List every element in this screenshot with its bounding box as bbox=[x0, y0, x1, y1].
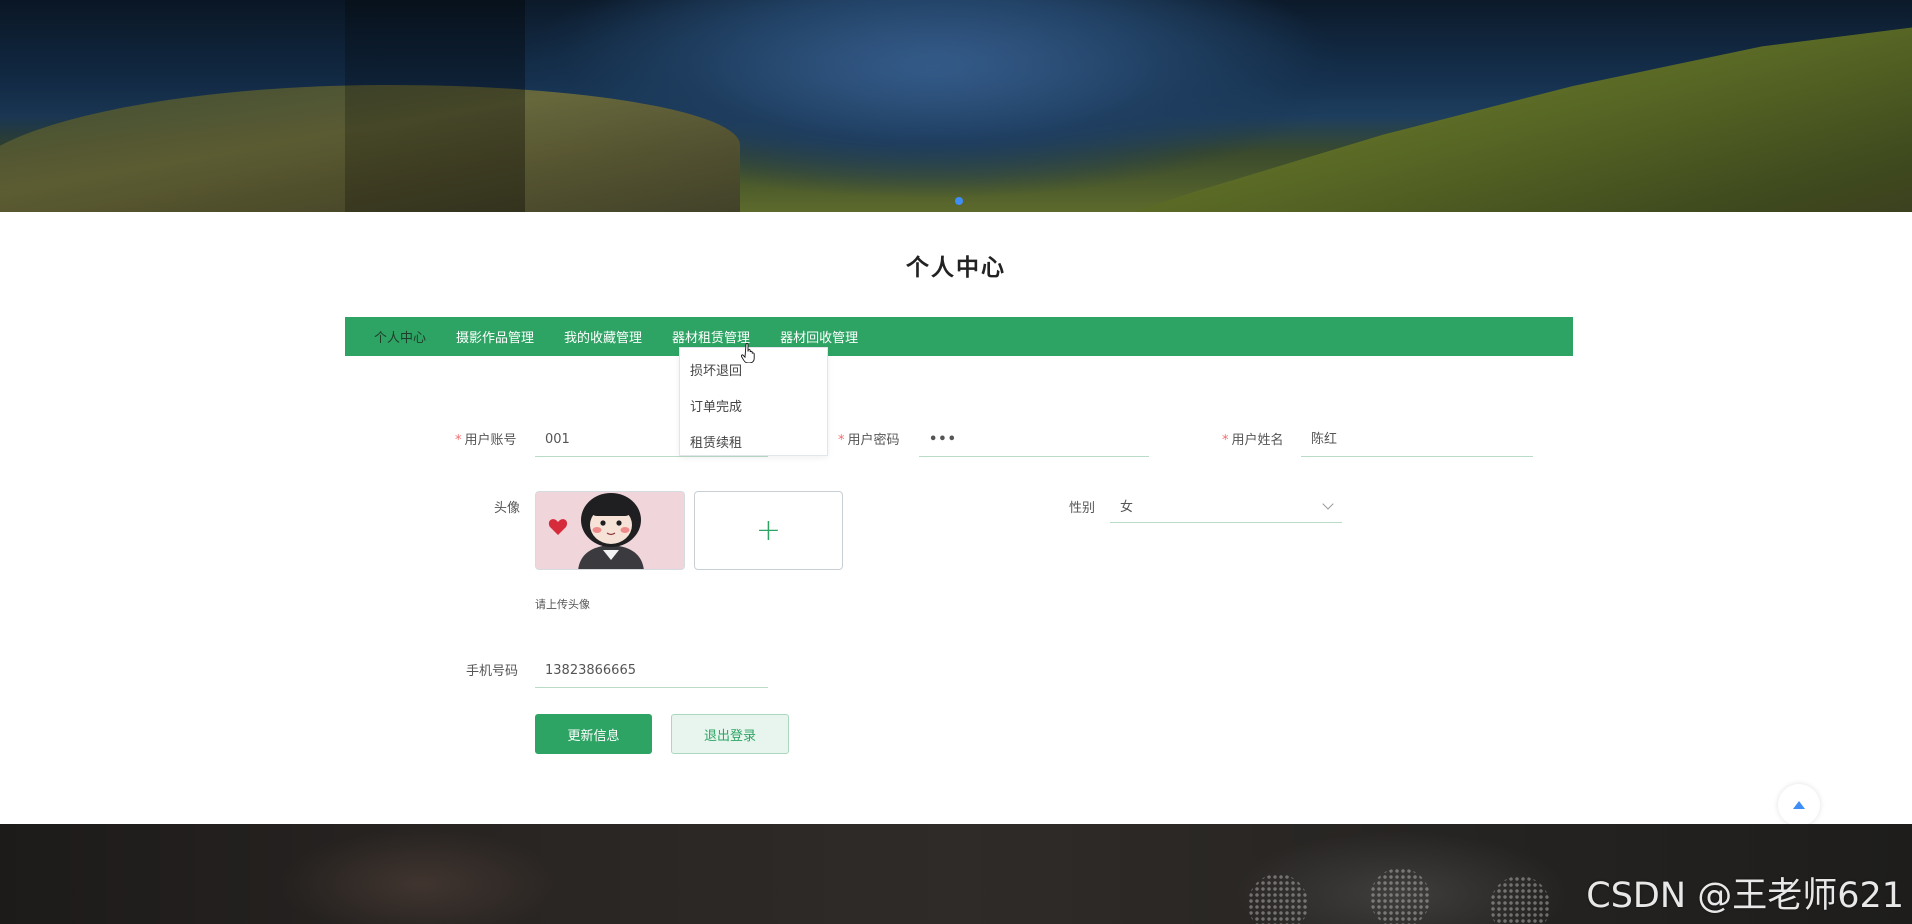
csdn-watermark: CSDN @王老师621 bbox=[1586, 876, 1904, 916]
required-marker: * bbox=[838, 433, 845, 448]
pointer-hand-icon bbox=[741, 343, 755, 363]
caret-up-icon bbox=[1793, 801, 1805, 809]
update-info-button[interactable]: 更新信息 bbox=[535, 714, 652, 754]
banner-overlay-left bbox=[0, 0, 345, 212]
avatar-upload-hint: 请上传头像 bbox=[535, 598, 590, 611]
dropdown-item-order-complete[interactable]: 订单完成 bbox=[680, 390, 827, 426]
hero-banner bbox=[0, 0, 1912, 212]
carousel-indicator[interactable] bbox=[955, 197, 963, 205]
nav-item-equipment-rental[interactable]: 器材租赁管理 bbox=[672, 327, 750, 346]
phone-label: 手机号码 bbox=[466, 664, 519, 679]
required-marker: * bbox=[1222, 433, 1229, 448]
gender-selected-value: 女 bbox=[1120, 500, 1134, 515]
avatar-label: 头像 bbox=[494, 501, 521, 516]
user-center-nav: 个人中心 摄影作品管理 我的收藏管理 器材租赁管理 器材回收管理 bbox=[345, 317, 1573, 356]
required-marker: * bbox=[455, 433, 462, 448]
chevron-down-icon bbox=[1322, 497, 1334, 510]
gender-select[interactable]: 女 bbox=[1110, 489, 1342, 523]
decor-dots bbox=[1248, 874, 1308, 924]
page-title: 个人中心 bbox=[906, 255, 1006, 281]
nav-item-favorites[interactable]: 我的收藏管理 bbox=[564, 327, 642, 346]
decor-dots bbox=[1490, 876, 1550, 924]
nav-item-equipment-recycle[interactable]: 器材回收管理 bbox=[780, 327, 858, 346]
plus-icon: + bbox=[755, 512, 782, 548]
avatar-illustration bbox=[536, 492, 684, 569]
name-input[interactable]: 陈红 bbox=[1301, 423, 1533, 457]
back-to-top-button[interactable] bbox=[1778, 784, 1820, 826]
account-label: * 用户账号 bbox=[455, 433, 517, 448]
password-input[interactable]: ••• bbox=[919, 423, 1149, 457]
phone-input[interactable]: 13823866665 bbox=[535, 654, 768, 688]
gender-label: 性别 bbox=[1069, 501, 1096, 516]
logout-button[interactable]: 退出登录 bbox=[671, 714, 789, 754]
nav-item-photo-works[interactable]: 摄影作品管理 bbox=[456, 327, 534, 346]
password-label: * 用户密码 bbox=[838, 433, 900, 448]
dropdown-item-rental-renew[interactable]: 租赁续租 bbox=[680, 426, 827, 462]
banner-overlay bbox=[345, 0, 525, 212]
decor-dots bbox=[1370, 868, 1430, 924]
equipment-rental-dropdown: 损坏退回 订单完成 租赁续租 bbox=[679, 347, 828, 456]
nav-item-profile[interactable]: 个人中心 bbox=[374, 327, 426, 346]
avatar-upload-button[interactable]: + bbox=[694, 491, 843, 570]
avatar-image[interactable] bbox=[535, 491, 685, 570]
name-label: * 用户姓名 bbox=[1222, 433, 1284, 448]
